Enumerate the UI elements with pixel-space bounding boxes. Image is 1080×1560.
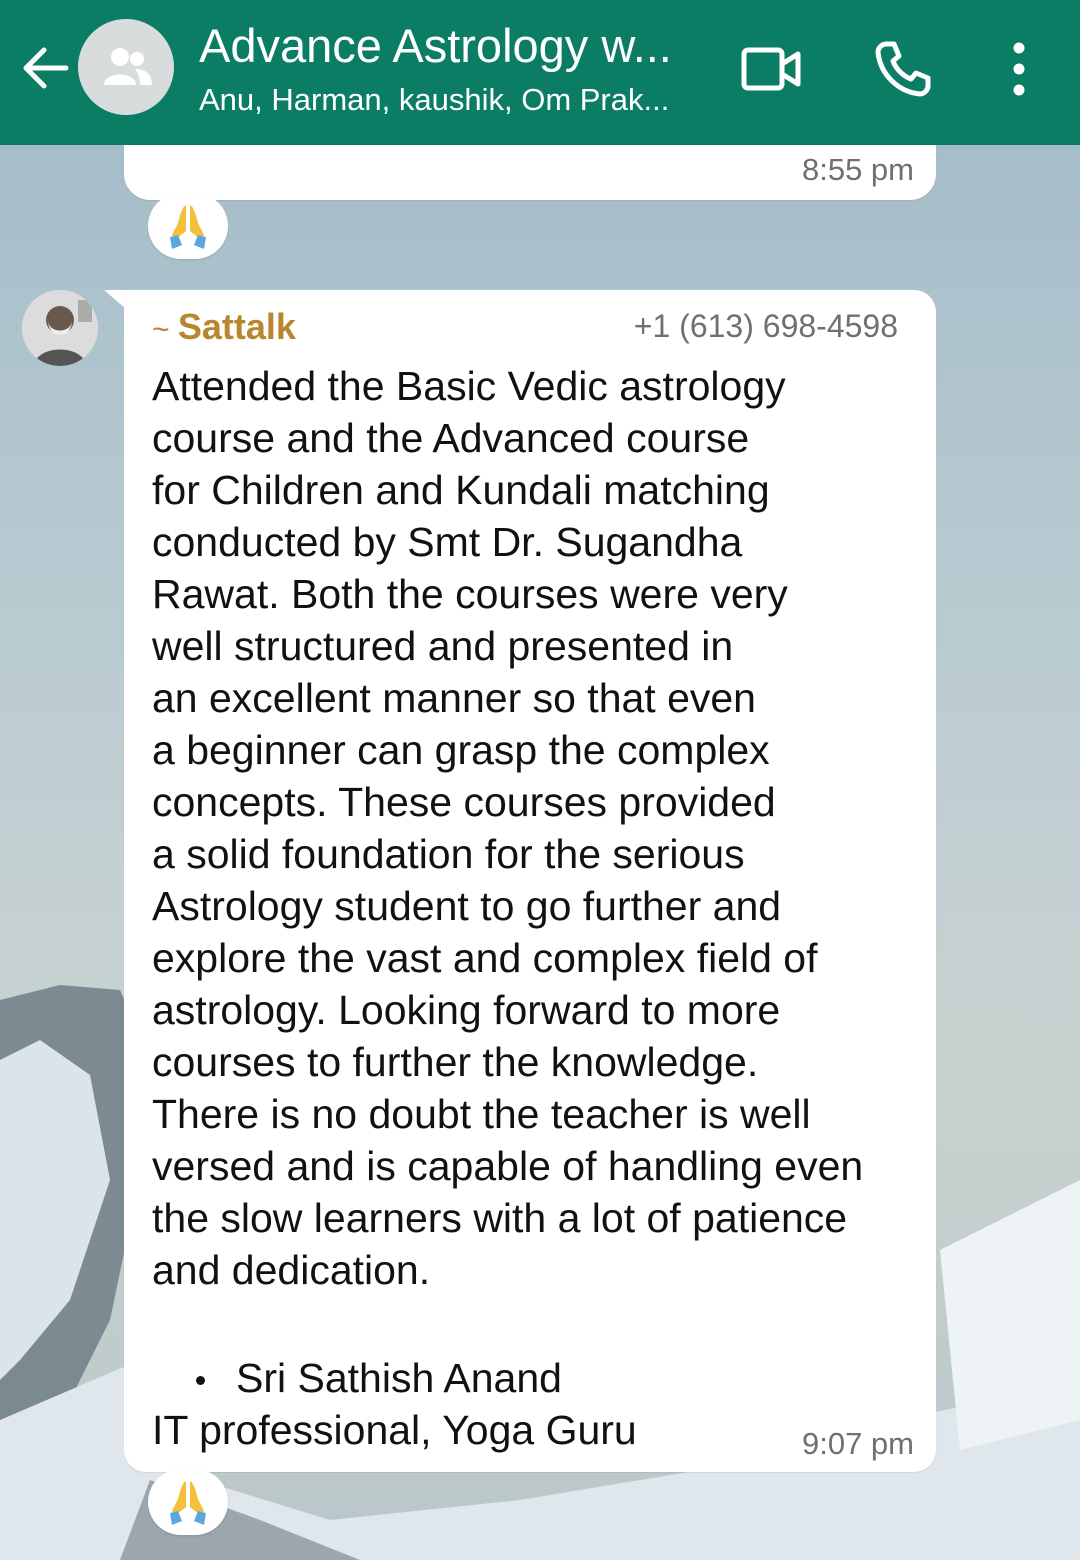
phone-call-icon[interactable] [872,38,934,100]
message-line: the slow learners with a lot of patience [152,1195,848,1241]
chat-header: Advance Astrology w... Anu, Harman, kaus… [0,0,1080,145]
message-line: courses to further the knowledge. [152,1039,759,1085]
reaction-badge[interactable] [148,1469,228,1535]
folded-hands-emoji-icon [170,205,206,249]
message-line: conducted by Smt Dr. Sugandha [152,519,743,565]
group-avatar[interactable] [78,19,174,115]
message-line: for Children and Kundali matching [152,467,770,513]
message-line: There is no doubt the teacher is well [152,1091,811,1137]
bullet-dot [196,1376,205,1385]
signature-line: IT professional, Yoga Guru [152,1407,637,1453]
group-avatar-icon [104,48,152,85]
message-line: astrology. Looking forward to more [152,987,781,1033]
message-line: versed and is capable of handling even [152,1143,864,1189]
sender-photo [22,290,98,366]
bullet-text: Sri Sathish Anand [236,1355,562,1401]
message-line: Attended the Basic Vedic astrology [152,363,786,409]
sender-name: Sattalk [177,306,296,347]
message-line: Rawat. Both the courses were very [152,571,788,617]
message-line: a beginner can grasp the complex [152,727,770,773]
message-line: and dedication. [152,1247,431,1293]
more-options-icon[interactable] [1000,40,1038,100]
folded-hands-emoji-icon [170,1481,206,1525]
message-timestamp: 9:07 pm [801,1426,914,1461]
reaction-badge[interactable] [148,193,228,259]
sender-avatar[interactable] [22,290,98,366]
sender-name-row[interactable]: ~ Sattalk [152,306,296,351]
message-timestamp: 8:55 pm [801,152,914,187]
message-line: concepts. These courses provided [152,779,776,825]
participants-list[interactable]: Anu, Harman, kaushik, Om Prak... [199,80,719,120]
sender-phone[interactable]: +1 (613) 698-4598 [634,306,898,346]
message-line: an excellent manner so that even [152,675,756,721]
message-line: explore the vast and complex field of [152,935,818,981]
sender-prefix: ~ [152,313,178,346]
message-line: a solid foundation for the serious [152,831,745,877]
message-bubble[interactable]: ~ Sattalk +1 (613) 698-4598 Attended the… [124,290,936,1472]
back-arrow-icon[interactable] [18,40,72,96]
chat-title[interactable]: Advance Astrology w... [199,18,719,74]
video-call-icon[interactable] [740,44,802,94]
message-line: Astrology student to go further and [152,883,782,929]
message-line: course and the Advanced course [152,415,750,461]
message-line: well structured and presented in [152,623,734,669]
message-text: Attended the Basic Vedic astrology cours… [152,360,922,1296]
